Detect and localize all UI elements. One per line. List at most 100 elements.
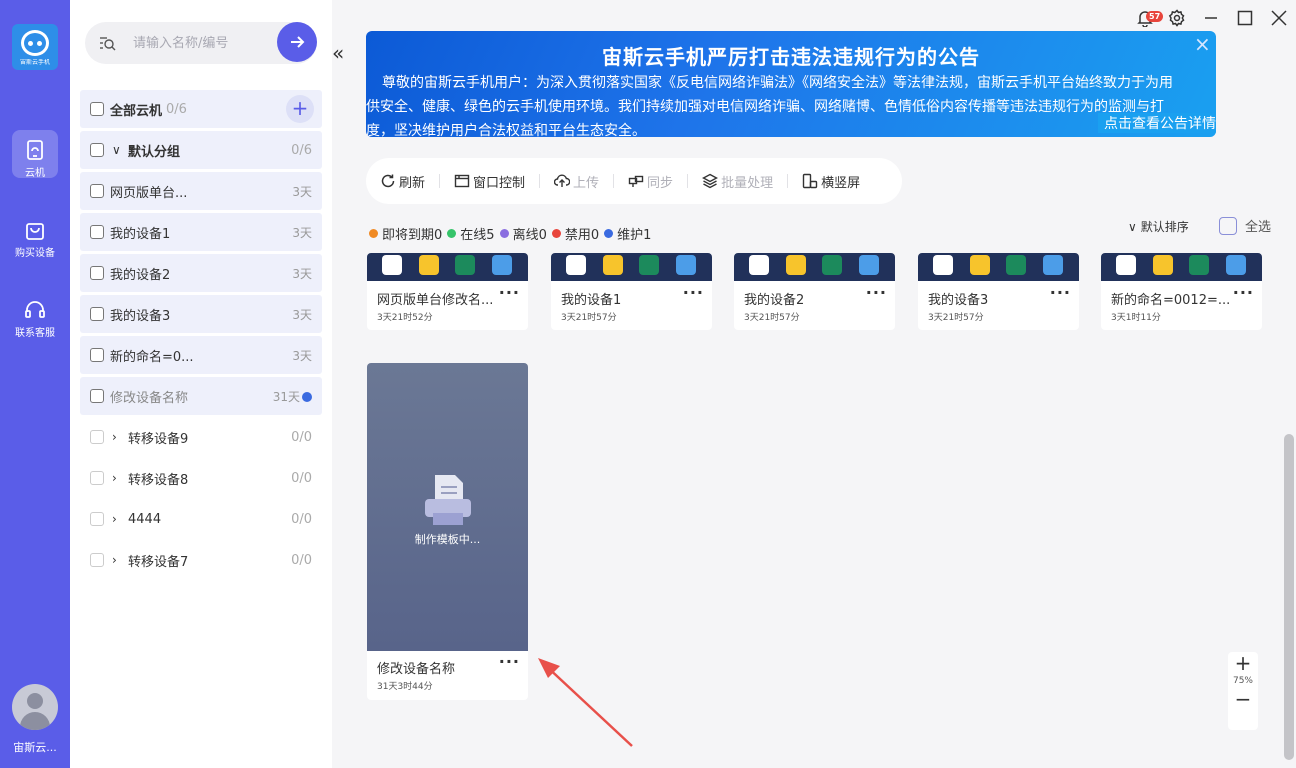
nav-cloud-phone[interactable]: 云机 (0, 130, 70, 179)
chevron-right-icon[interactable]: › (112, 430, 122, 444)
upload-button[interactable]: 上传 (554, 158, 599, 204)
refresh-icon (381, 174, 395, 188)
group-transfer[interactable]: › 4444 0/0 (80, 500, 322, 538)
more-icon[interactable]: ··· (866, 283, 887, 302)
app-icon (786, 255, 806, 275)
checkbox[interactable] (90, 430, 104, 444)
sidebar-device-item[interactable]: 网页版单台... 3天 (80, 172, 322, 210)
avatar[interactable] (12, 684, 58, 730)
nav-buy-device[interactable]: 购买设备 (0, 218, 70, 259)
group-default[interactable]: ∨ 默认分组 0/6 (80, 131, 322, 169)
card-time: 31天3时44分 (377, 682, 433, 692)
stat-offline[interactable]: 离线0 (499, 224, 547, 243)
search-submit-button[interactable] (277, 22, 317, 62)
group-count: 0/0 (291, 511, 312, 527)
nav-label: 云机 (25, 168, 45, 179)
maximize-button[interactable] (1236, 9, 1254, 29)
app-icon (1226, 255, 1246, 275)
card-name: 修改设备名称 (377, 662, 456, 677)
refresh-button[interactable]: 刷新 (380, 158, 425, 204)
stat-online[interactable]: 在线5 (447, 224, 495, 243)
checkbox[interactable] (90, 266, 104, 280)
device-card[interactable]: 新的命名=0012=... ··· 3天1时11分 (1101, 253, 1262, 330)
banner-details-link[interactable]: 点击查看公告详情 (1098, 113, 1216, 133)
group-transfer[interactable]: › 转移设备8 0/0 (80, 459, 322, 497)
stat-expiring[interactable]: 即将到期0 (369, 224, 442, 243)
chevron-right-icon[interactable]: › (112, 471, 122, 485)
group-all-devices[interactable]: 全部云机 0/6 + (80, 90, 322, 128)
zoom-out-button[interactable]: − (1228, 688, 1258, 710)
announcement-banner[interactable]: 宙斯云手机严厉打击违法违规行为的公告 尊敬的宙斯云手机用户：为深入贯彻落实国家《… (366, 31, 1216, 137)
close-button[interactable] (1270, 9, 1288, 29)
sidebar-device-item[interactable]: 修改设备名称 31天 (80, 377, 322, 415)
maximize-icon (1237, 10, 1253, 26)
clock-icon (369, 229, 378, 238)
sidebar-device-item[interactable]: 我的设备2 3天 (80, 254, 322, 292)
checkbox[interactable] (90, 553, 104, 567)
chevron-right-icon[interactable]: › (112, 512, 122, 526)
scrollbar[interactable] (1284, 434, 1294, 760)
arrow-right-icon (291, 36, 305, 48)
device-screen[interactable]: 制作模板中... (367, 363, 528, 651)
device-card[interactable]: 我的设备2 ··· 3天21时57分 (734, 253, 895, 330)
chevron-down-icon[interactable]: ∨ (112, 143, 122, 157)
checkbox[interactable] (90, 512, 104, 526)
search-input[interactable] (133, 33, 263, 53)
sync-button[interactable]: 同步 (628, 158, 673, 204)
group-transfer[interactable]: › 转移设备9 0/0 (80, 418, 322, 456)
notification-button[interactable]: 57 (1136, 9, 1164, 29)
window-control-button[interactable]: 窗口控制 (454, 158, 525, 204)
minimize-button[interactable] (1202, 9, 1220, 29)
device-card[interactable]: 网页版单台修改名... ··· 3天21时52分 (367, 253, 528, 330)
checkbox[interactable] (90, 184, 104, 198)
sidebar-device-item[interactable]: 我的设备3 3天 (80, 295, 322, 333)
batch-process-button[interactable]: 批量处理 (702, 158, 773, 204)
sidebar-device-item[interactable]: 新的命名=0... 3天 (80, 336, 322, 374)
checkbox[interactable] (90, 102, 104, 116)
sort-dropdown[interactable]: ∨ 默认排序 (1128, 218, 1189, 235)
add-group-button[interactable]: + (286, 95, 314, 123)
checkbox[interactable] (90, 225, 104, 239)
device-screen-thumbnail[interactable] (551, 253, 712, 281)
app-icon (1043, 255, 1063, 275)
sidebar-device-item[interactable]: 我的设备1 3天 (80, 213, 322, 251)
checkbox[interactable] (90, 471, 104, 485)
checkbox[interactable] (90, 143, 104, 157)
group-label: 全部云机 (110, 103, 163, 119)
card-time: 3天21时52分 (377, 313, 433, 323)
stat-disabled[interactable]: 禁用0 (551, 224, 599, 243)
collapse-sidebar-icon[interactable]: « (332, 43, 350, 63)
settings-button[interactable] (1168, 9, 1186, 29)
more-icon[interactable]: ··· (1050, 283, 1071, 302)
checkbox[interactable] (90, 348, 104, 362)
checkbox[interactable] (90, 389, 104, 403)
device-card[interactable]: 我的设备3 ··· 3天21时57分 (918, 253, 1079, 330)
group-transfer[interactable]: › 转移设备7 0/0 (80, 541, 322, 579)
select-all[interactable]: 全选 (1219, 216, 1271, 235)
device-screen-thumbnail[interactable] (367, 253, 528, 281)
group-count: 0/0 (291, 470, 312, 486)
more-icon[interactable]: ··· (1233, 283, 1254, 302)
select-all-checkbox[interactable] (1219, 216, 1237, 235)
checkbox[interactable] (90, 307, 104, 321)
close-icon[interactable]: × (1194, 34, 1212, 54)
more-icon[interactable]: ··· (499, 283, 520, 302)
device-screen-thumbnail[interactable] (1101, 253, 1262, 281)
device-card[interactable]: 我的设备1 ··· 3天21时57分 (551, 253, 712, 330)
check-icon (447, 229, 457, 238)
device-card-making-template[interactable]: 制作模板中... 修改设备名称 ··· 31天3时44分 (367, 363, 528, 700)
app-icon (1189, 255, 1209, 275)
more-icon[interactable]: ··· (499, 652, 520, 671)
orientation-button[interactable]: 横竖屏 (802, 158, 860, 204)
more-icon[interactable]: ··· (683, 283, 704, 302)
device-screen-thumbnail[interactable] (918, 253, 1079, 281)
group-label: 4444 (128, 511, 162, 527)
refresh-label: 刷新 (399, 175, 426, 191)
zoom-in-button[interactable]: + (1228, 652, 1258, 674)
chevron-right-icon[interactable]: › (112, 553, 122, 567)
app-icon (933, 255, 953, 275)
device-screen-thumbnail[interactable] (734, 253, 895, 281)
card-time: 3天1时11分 (1111, 313, 1161, 323)
nav-customer-service[interactable]: 联系客服 (0, 298, 70, 339)
stat-maintenance[interactable]: 维护1 (604, 224, 651, 243)
